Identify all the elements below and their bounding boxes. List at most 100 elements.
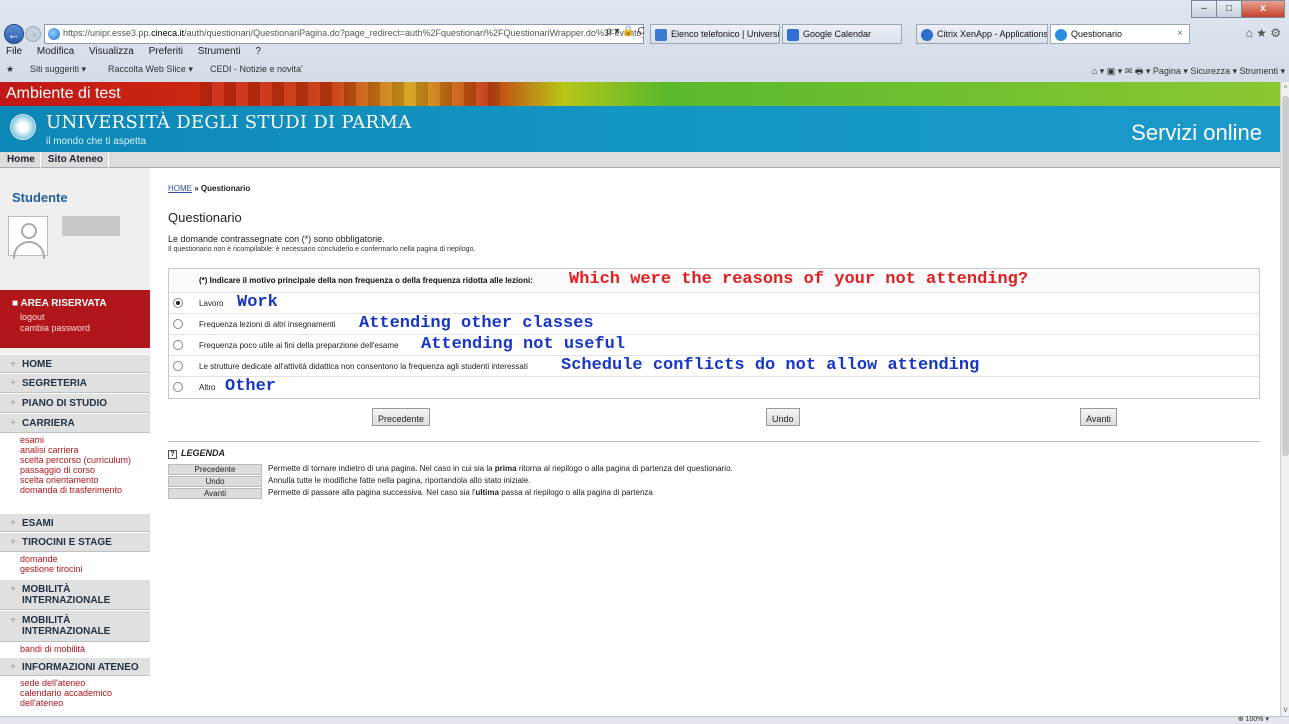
sidebar-section-piano-di-studio[interactable]: + PIANO DI STUDIO — [0, 393, 150, 413]
sidebar-item-calendario-accademico[interactable]: calendario accademico dell'ateneo — [20, 688, 150, 708]
expand-icon: + — [10, 537, 16, 548]
url-prefix: https://unipr.esse3.pp. — [63, 28, 152, 38]
university-seal-icon — [10, 114, 36, 140]
url-host: cineca.it — [151, 28, 185, 38]
back-button[interactable]: ← — [4, 24, 24, 44]
option-annotation: Work — [237, 293, 278, 312]
legend-text-bold: ultima — [475, 488, 499, 497]
menu-file[interactable]: File — [6, 46, 22, 57]
scroll-thumb[interactable] — [1282, 96, 1289, 456]
sidebar-section-carriera[interactable]: + CARRIERA — [0, 413, 150, 433]
previous-button[interactable]: Precedente — [372, 408, 431, 426]
divider — [168, 441, 1260, 442]
sidebar-item-domanda-trasferimento[interactable]: domanda di trasferimento — [20, 485, 150, 495]
menu-preferiti[interactable]: Preferiti — [149, 46, 183, 57]
section-label: ESAMI — [22, 518, 54, 529]
tirocini-submenu: domande gestione tirocini — [0, 552, 150, 579]
fav-web-slice[interactable]: Raccolta Web Slice ▾ — [108, 64, 193, 75]
legend-text-post: passa al riepilogo o alla pagina di part… — [498, 488, 653, 497]
sidebar-section-home[interactable]: + HOME — [0, 354, 150, 373]
breadcrumb-current: Questionario — [200, 184, 251, 193]
next-button[interactable]: Avanti — [1080, 408, 1117, 426]
sidebar-section-tirocini[interactable]: + TIROCINI E STAGE — [0, 532, 150, 552]
vertical-scrollbar[interactable]: ^ v — [1280, 82, 1289, 716]
option-radio-altri-insegnamenti[interactable] — [173, 319, 183, 329]
sidebar-item-bandi-mobilita[interactable]: bandi di mobilità — [20, 644, 150, 654]
tab-google-calendar[interactable]: Google Calendar — [782, 24, 902, 44]
fav-siti-suggeriti[interactable]: Siti suggeriti ▾ — [30, 64, 86, 75]
menu-visualizza[interactable]: Visualizza — [89, 46, 134, 57]
tab-elenco-telefonico[interactable]: Elenco telefonico | Università d... — [650, 24, 780, 44]
menu-help[interactable]: ? — [255, 46, 261, 57]
logout-link[interactable]: logout — [20, 312, 45, 322]
informazioni-submenu: sede dell'ateneo calendario accademico d… — [0, 676, 150, 716]
sidebar-section-informazioni-ateneo[interactable]: + INFORMAZIONI ATENEO — [0, 657, 150, 676]
page-title: Questionario — [168, 210, 242, 225]
sidebar-item-gestione-tirocini[interactable]: gestione tirocini — [20, 564, 150, 574]
favorites-star-icon[interactable]: ★ — [6, 64, 14, 75]
option-row-strutture[interactable]: Le strutture dedicate all'attività didat… — [169, 356, 1259, 377]
menu-modifica[interactable]: Modifica — [37, 46, 74, 57]
option-radio-strutture[interactable] — [173, 361, 183, 371]
sidebar-section-esami[interactable]: + ESAMI — [0, 513, 150, 532]
sidebar-item-esami[interactable]: esami — [20, 435, 150, 445]
zoom-level[interactable]: ⊕ 100% ▾ — [1238, 715, 1269, 723]
option-label: Le strutture dedicate all'attività didat… — [199, 362, 528, 371]
sidebar-item-scelta-orientamento[interactable]: scelta orientamento — [20, 475, 150, 485]
option-row-lavoro[interactable]: Lavoro Work — [169, 293, 1259, 314]
topnav-home[interactable]: Home — [0, 152, 41, 168]
command-bar[interactable]: ⌂ ▾ ▣ ▾ ✉ 🖶 ▾ Pagina ▾ Sicurezza ▾ Strum… — [1092, 64, 1285, 80]
sidebar-item-passaggio-corso[interactable]: passaggio di corso — [20, 465, 150, 475]
close-tab-icon[interactable]: × — [1177, 28, 1183, 39]
menu-strumenti[interactable]: Strumenti — [198, 46, 241, 57]
sidebar-item-sede-ateneo[interactable]: sede dell'ateneo — [20, 678, 150, 688]
area-riservata: ■ AREA RISERVATA logout cambia password — [0, 290, 150, 348]
university-name: UNIVERSITÀ DEGLI STUDI DI PARMA — [46, 112, 412, 133]
menu-bar: File Modifica Visualizza Preferiti Strum… — [0, 46, 267, 60]
option-label: Frequenza lezioni di altri insegnamenti — [199, 320, 336, 329]
window-controls: – □ x — [1191, 0, 1285, 20]
option-row-poco-utile[interactable]: Frequenza poco utile ai fini della prepa… — [169, 335, 1259, 356]
sidebar-section-segreteria[interactable]: + SEGRETERIA — [0, 373, 150, 393]
maximize-button[interactable]: □ — [1216, 0, 1242, 18]
tab-citrix[interactable]: Citrix XenApp - Applications — [916, 24, 1048, 44]
address-tools-icons[interactable]: ρ ▾ 🔒 C — [606, 26, 645, 37]
legend-button-label: Undo — [168, 476, 262, 487]
scroll-down-icon[interactable]: v — [1281, 705, 1289, 714]
fav-cedi[interactable]: CEDI - Notizie e novita' — [210, 64, 303, 74]
command-labels: Pagina ▾ Sicurezza ▾ Strumenti ▾ — [1152, 66, 1285, 76]
address-bar[interactable]: https://unipr.esse3.pp.cineca.it/auth/qu… — [44, 24, 644, 44]
option-row-altri-insegnamenti[interactable]: Frequenza lezioni di altri insegnamenti … — [169, 314, 1259, 335]
option-radio-altro[interactable] — [173, 382, 183, 392]
sidebar-section-mobilita-2[interactable]: + MOBILITÀ INTERNAZIONALE — [0, 610, 150, 642]
minimize-button[interactable]: – — [1191, 0, 1217, 18]
option-label: Frequenza poco utile ai fini della prepa… — [199, 341, 399, 350]
ie-page-icon — [48, 28, 60, 40]
undo-button[interactable]: Undo — [766, 408, 800, 426]
tab-questionario[interactable]: Questionario × — [1050, 24, 1190, 44]
address-row: ← → https://unipr.esse3.pp.cineca.it/aut… — [0, 22, 1289, 46]
home-star-gear-icons[interactable]: ⌂ ★ ⚙ — [1246, 26, 1281, 40]
sidebar-item-scelta-percorso[interactable]: scelta percorso (curriculum) — [20, 455, 150, 465]
university-banner: UNIVERSITÀ DEGLI STUDI DI PARMA il mondo… — [0, 106, 1280, 152]
question-table: (*) Indicare il motivo principale della … — [168, 268, 1260, 399]
option-radio-poco-utile[interactable] — [173, 340, 183, 350]
close-window-button[interactable]: x — [1241, 0, 1285, 18]
question-text: (*) Indicare il motivo principale della … — [199, 276, 533, 285]
scroll-up-icon[interactable]: ^ — [1281, 84, 1289, 93]
option-radio-lavoro[interactable] — [173, 298, 183, 308]
breadcrumb-home-link[interactable]: HOME — [168, 184, 192, 193]
top-navigation: Home Sito Ateneo — [0, 152, 1280, 168]
forward-button[interactable]: → — [25, 26, 41, 42]
sidebar-item-domande[interactable]: domande — [20, 554, 150, 564]
sidebar-item-analisi-carriera[interactable]: analisi carriera — [20, 445, 150, 455]
option-row-altro[interactable]: Altro Other — [169, 377, 1259, 398]
command-icons: ⌂ ▾ ▣ ▾ ✉ 🖶 ▾ — [1091, 66, 1153, 76]
expand-icon: + — [10, 615, 16, 626]
change-password-link[interactable]: cambia password — [20, 323, 90, 333]
tab-label: Google Calendar — [803, 29, 872, 39]
section-label: SEGRETERIA — [22, 378, 88, 389]
sidebar-section-mobilita-1[interactable]: + MOBILITÀ INTERNAZIONALE — [0, 579, 150, 610]
question-header: (*) Indicare il motivo principale della … — [169, 269, 1259, 293]
topnav-sito-ateneo[interactable]: Sito Ateneo — [41, 152, 109, 168]
